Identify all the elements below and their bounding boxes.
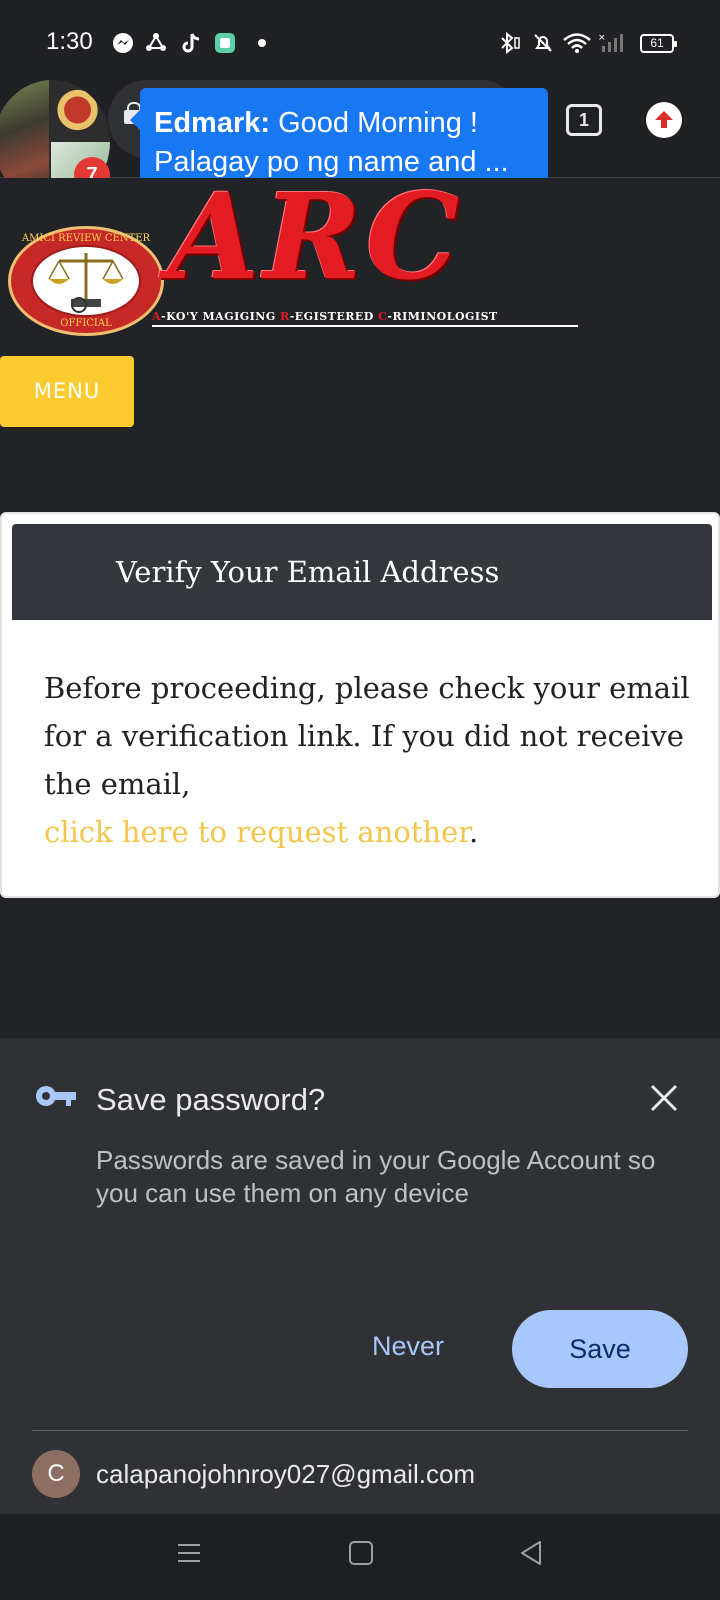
account-avatar[interactable]: C bbox=[32, 1450, 80, 1498]
notification-dot bbox=[258, 39, 266, 47]
site-tagline: A-KO'Y MAGIGING R-EGISTERED C-RIMINOLOGI… bbox=[152, 310, 578, 327]
card-period: . bbox=[469, 815, 479, 849]
scales-of-justice-icon bbox=[48, 253, 124, 313]
card-title: Verify Your Email Address bbox=[12, 524, 712, 620]
tiktok-icon bbox=[182, 33, 200, 53]
arc-seal-logo: AMICI REVIEW CENTER OFFICIAL bbox=[8, 226, 164, 336]
mute-icon bbox=[534, 34, 552, 52]
seal-top-text: AMICI REVIEW CENTER bbox=[21, 233, 151, 244]
tagline-letter-r: R bbox=[280, 310, 290, 323]
divider bbox=[32, 1430, 688, 1431]
upload-button[interactable] bbox=[646, 102, 682, 138]
card-body: Before proceeding, please check your ema… bbox=[44, 664, 694, 856]
messenger-icon bbox=[113, 33, 133, 53]
close-icon[interactable] bbox=[648, 1082, 680, 1114]
status-bar: 1:30 × 61 bbox=[0, 0, 720, 84]
chat-message-start: Good Morning ! bbox=[278, 107, 478, 139]
sheet-title: Save password? bbox=[96, 1082, 326, 1117]
menu-button[interactable]: MENU bbox=[0, 356, 134, 427]
account-email[interactable]: calapanojohnroy027@gmail.com bbox=[96, 1454, 475, 1494]
site-logo-title: ARC bbox=[168, 167, 464, 306]
seal-bottom-text: OFFICIAL bbox=[60, 318, 112, 329]
save-button[interactable]: Save bbox=[512, 1310, 688, 1388]
resend-verification-link[interactable]: click here to request another bbox=[44, 815, 469, 849]
chat-bubble-line-1: Edmark: Good Morning ! bbox=[154, 104, 534, 143]
home-icon[interactable] bbox=[348, 1540, 374, 1566]
tagline-letter-a: A bbox=[152, 310, 162, 323]
verify-email-card: Verify Your Email Address Before proceed… bbox=[0, 512, 720, 898]
recents-menu-icon[interactable] bbox=[176, 1540, 202, 1566]
wifi-icon bbox=[563, 33, 591, 53]
back-icon[interactable] bbox=[518, 1540, 544, 1566]
avatar-photo bbox=[51, 80, 110, 140]
share-icon bbox=[146, 33, 166, 51]
status-time: 1:30 bbox=[46, 28, 93, 55]
system-nav-bar bbox=[0, 1514, 720, 1600]
app-icon bbox=[215, 33, 235, 53]
bluetooth-icon bbox=[501, 32, 520, 54]
bubble-tail bbox=[130, 110, 140, 130]
never-button[interactable]: Never bbox=[348, 1308, 468, 1384]
tagline-part-3: -RIMINOLOGIST bbox=[387, 310, 498, 323]
seal-inner bbox=[31, 245, 141, 317]
web-content: AMICI REVIEW CENTER OFFICIAL ARC A-KO'Y … bbox=[0, 178, 720, 1038]
key-icon bbox=[36, 1086, 76, 1106]
tagline-part-2: -EGISTERED bbox=[289, 310, 379, 323]
svg-text:×: × bbox=[598, 33, 606, 43]
tab-switcher-button[interactable]: 1 bbox=[566, 104, 602, 136]
save-password-sheet: Save password? Passwords are saved in yo… bbox=[0, 1038, 720, 1514]
signal-icon: × bbox=[598, 33, 623, 52]
sheet-description: Passwords are saved in your Google Accou… bbox=[96, 1145, 656, 1208]
battery-indicator: 61 bbox=[640, 34, 677, 53]
arrow-up-icon bbox=[655, 111, 673, 128]
tagline-part-1: -KO'Y MAGIGING bbox=[161, 310, 281, 323]
card-text: Before proceeding, please check your ema… bbox=[44, 671, 690, 801]
chat-sender: Edmark: bbox=[154, 107, 271, 139]
